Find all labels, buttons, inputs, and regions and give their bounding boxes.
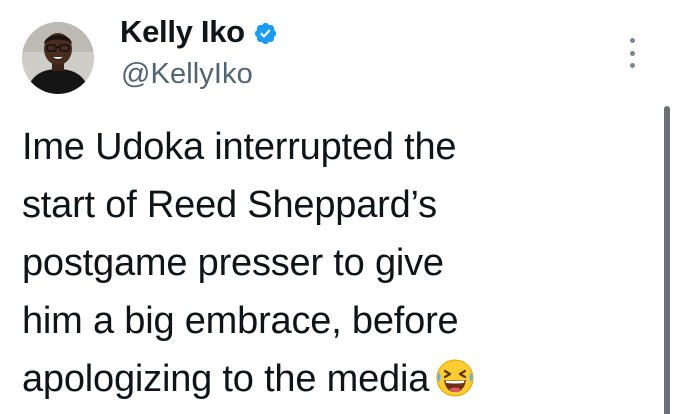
tweet-card: Kelly Iko @KellyIko Ime Udoka interrupte… bbox=[0, 0, 675, 414]
tweet-text-line: postgame presser to give bbox=[22, 242, 444, 284]
tweet-text-line-last: apologizing to the media bbox=[22, 350, 622, 408]
tweet-text: Ime Udoka interrupted the start of Reed … bbox=[22, 118, 622, 408]
avatar-photo bbox=[22, 22, 94, 94]
grinning-squinting-sweat-emoji bbox=[436, 359, 474, 397]
avatar[interactable] bbox=[22, 22, 94, 94]
verified-badge-icon bbox=[254, 22, 276, 44]
tweet-text-line: him a big embrace, before bbox=[22, 300, 459, 342]
author-name-row: Kelly Iko bbox=[120, 14, 278, 50]
tweet-text-line: start of Reed Sheppard’s bbox=[22, 184, 437, 226]
scrollbar[interactable] bbox=[664, 106, 670, 414]
tweet-text-line: apologizing to the media bbox=[22, 358, 430, 400]
author-display-name[interactable]: Kelly Iko bbox=[120, 14, 245, 50]
tweet-text-line: Ime Udoka interrupted the bbox=[22, 126, 457, 168]
author-handle[interactable]: @KellyIko bbox=[121, 58, 253, 91]
more-vertical-icon[interactable] bbox=[622, 38, 642, 68]
